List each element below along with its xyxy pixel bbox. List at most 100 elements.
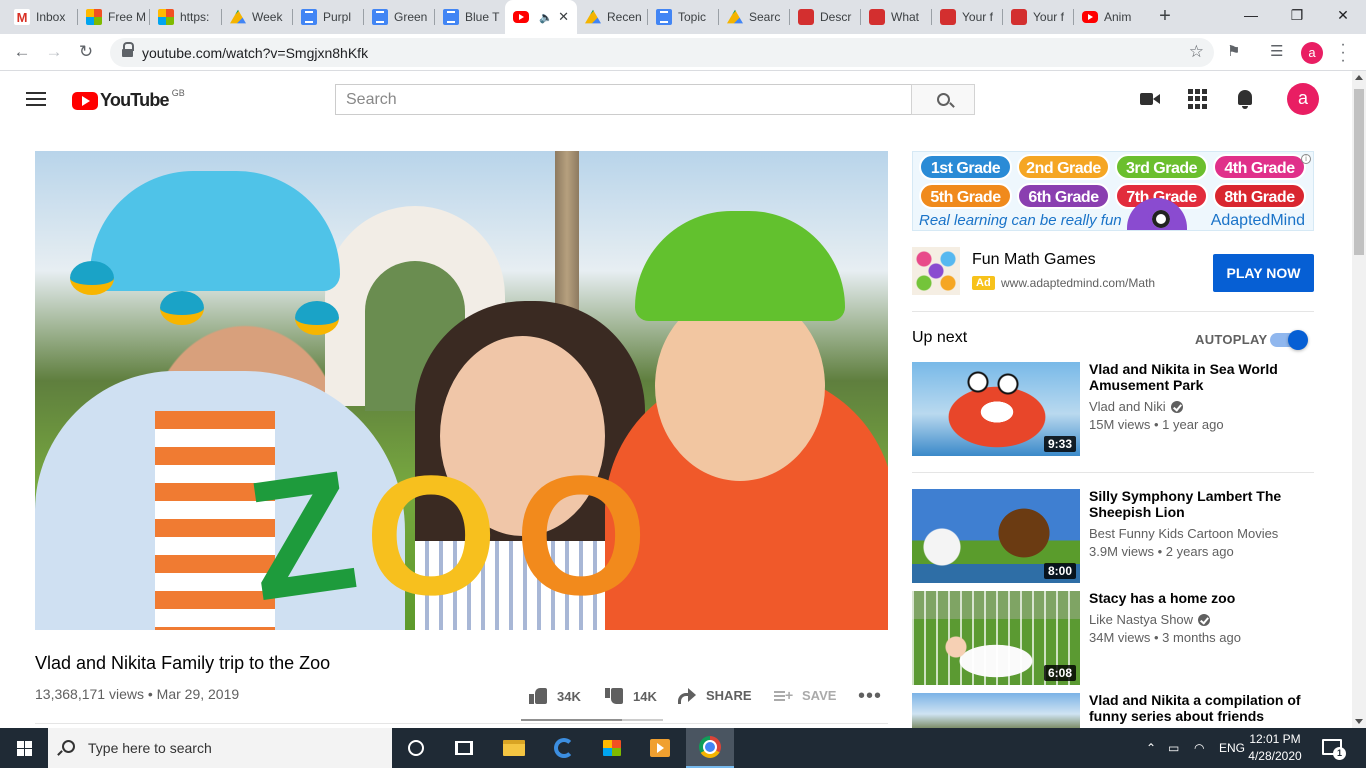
save-button[interactable]: SAVE: [774, 687, 836, 703]
channel-name[interactable]: Best Funny Kids Cartoon Movies: [1089, 526, 1278, 541]
task-view-button[interactable]: [440, 728, 488, 768]
reload-icon[interactable]: ↻: [74, 40, 98, 64]
task-view-icon: [455, 741, 473, 755]
tab-topic[interactable]: Topic: [648, 0, 719, 34]
microsoft-icon: [158, 9, 174, 25]
dislike-button[interactable]: 14K: [605, 688, 657, 704]
edge-button[interactable]: [540, 728, 588, 768]
taskbar-search-box[interactable]: Type here to search: [48, 728, 392, 768]
tab-descr[interactable]: Descr: [790, 0, 861, 34]
tab-anim[interactable]: Anim: [1074, 0, 1145, 34]
more-actions-icon[interactable]: •••: [858, 686, 882, 706]
ad-title[interactable]: Fun Math Games: [972, 251, 1096, 269]
tab-your-f-2[interactable]: Your f: [1003, 0, 1074, 34]
ad-url[interactable]: www.adaptedmind.com/Math: [1001, 276, 1155, 290]
chrome-profile-avatar[interactable]: a: [1301, 42, 1323, 64]
tab-inbox[interactable]: M Inbox: [6, 0, 78, 34]
lock-icon[interactable]: [122, 42, 134, 58]
search-button[interactable]: [911, 84, 975, 115]
address-bar[interactable]: youtube.com/watch?v=Smgjxn8hKfk ☆: [110, 38, 1214, 67]
tab-green[interactable]: Green: [364, 0, 435, 34]
create-video-icon[interactable]: [1139, 89, 1161, 109]
scroll-up-arrow-icon[interactable]: [1355, 75, 1363, 80]
forward-arrow-icon[interactable]: →: [42, 40, 66, 64]
channel-name[interactable]: Like Nastya Show: [1089, 612, 1211, 627]
page-scrollbar[interactable]: [1352, 71, 1366, 728]
video-player[interactable]: Z O O: [35, 151, 888, 630]
start-button[interactable]: [0, 728, 48, 768]
account-avatar[interactable]: a: [1287, 83, 1319, 115]
chrome-taskbar-button[interactable]: [686, 728, 734, 768]
edge-browser-icon: [554, 738, 574, 758]
tab-https[interactable]: https:: [150, 0, 222, 34]
back-arrow-icon[interactable]: ←: [10, 40, 34, 64]
windows-taskbar: Type here to search ⌃ ▭ ◠ ENG 12:01 PM 4…: [0, 728, 1366, 768]
tab-your-f-1[interactable]: Your f: [932, 0, 1003, 34]
like-count: 34K: [557, 688, 581, 704]
channel-name[interactable]: Vlad and Niki: [1089, 399, 1183, 414]
search-input[interactable]: [335, 84, 911, 115]
share-button[interactable]: SHARE: [678, 687, 752, 704]
tab-search[interactable]: Searc: [719, 0, 790, 34]
video-thumbnail[interactable]: 9:33: [912, 362, 1080, 456]
ad-info-icon[interactable]: i: [1301, 154, 1311, 164]
close-window-button[interactable]: ✕: [1320, 0, 1366, 30]
scrollbar-thumb[interactable]: [1354, 89, 1364, 255]
video-thumbnail[interactable]: 8:00: [912, 489, 1080, 583]
dislike-count: 14K: [633, 688, 657, 704]
duration-badge: 6:08: [1043, 665, 1076, 681]
duration-badge: 8:00: [1043, 563, 1076, 579]
wifi-icon[interactable]: ◠: [1194, 728, 1204, 768]
ad-grade-pill: 6th Grade: [1017, 183, 1110, 209]
autoplay-toggle[interactable]: [1270, 330, 1308, 350]
tab-label: Recen: [607, 10, 642, 24]
tab-what[interactable]: What: [861, 0, 932, 34]
tab-blue[interactable]: Blue T: [435, 0, 505, 34]
like-button[interactable]: 34K: [529, 688, 581, 704]
play-now-button[interactable]: PLAY NOW: [1213, 254, 1314, 292]
tab-recent[interactable]: Recen: [577, 0, 648, 34]
close-tab-icon[interactable]: ✕: [558, 9, 569, 25]
recommended-video-title[interactable]: Silly Symphony Lambert The Sheepish Lion: [1089, 488, 1314, 520]
recommended-video-title[interactable]: Vlad and Nikita a compilation of funny s…: [1089, 692, 1314, 724]
extension-flag-icon[interactable]: ⚑: [1227, 42, 1240, 60]
tab-week[interactable]: Week: [222, 0, 293, 34]
video-frame-green-hat: [635, 211, 845, 321]
network-icon[interactable]: ▭: [1168, 728, 1179, 768]
bookmark-star-icon[interactable]: ☆: [1189, 42, 1204, 62]
google-docs-icon: [656, 9, 672, 25]
video-thumbnail[interactable]: 6:08: [912, 591, 1080, 685]
scroll-down-arrow-icon[interactable]: [1355, 719, 1363, 724]
media-app-button[interactable]: [636, 728, 684, 768]
display-ad-banner[interactable]: 1st Grade 2nd Grade 3rd Grade 4th Grade …: [912, 151, 1314, 231]
cortana-button[interactable]: [392, 728, 440, 768]
file-explorer-button[interactable]: [490, 728, 538, 768]
search-icon: [62, 740, 75, 753]
url-text[interactable]: youtube.com/watch?v=Smgjxn8hKfk: [142, 45, 368, 61]
tab-label: Anim: [1104, 10, 1132, 24]
ad-thumbnail[interactable]: [912, 247, 960, 295]
apps-grid-icon[interactable]: [1188, 89, 1207, 109]
tab-purple[interactable]: Purpl: [293, 0, 364, 34]
store-button[interactable]: [588, 728, 636, 768]
verified-check-icon: [1198, 613, 1211, 626]
taskbar-clock[interactable]: 12:01 PM 4/28/2020: [1240, 731, 1310, 765]
speaker-icon[interactable]: 🔈: [539, 11, 553, 24]
video-title: Vlad and Nikita Family trip to the Zoo: [35, 653, 331, 673]
recommended-video-title[interactable]: Stacy has a home zoo: [1089, 590, 1314, 606]
tab-youtube-active[interactable]: 🔈 ✕: [505, 0, 577, 34]
minimize-button[interactable]: —: [1228, 0, 1274, 30]
new-tab-button[interactable]: +: [1154, 5, 1176, 27]
youtube-logo[interactable]: YouTube GB: [72, 88, 185, 111]
ad-grade-pill: 8th Grade: [1213, 183, 1306, 209]
maximize-button[interactable]: ❐: [1274, 0, 1320, 30]
notifications-bell-icon[interactable]: [1236, 89, 1258, 109]
chrome-menu-icon[interactable]: · · ·: [1338, 37, 1348, 69]
tab-free-m[interactable]: Free M: [78, 0, 150, 34]
media-queue-icon[interactable]: ☰: [1270, 42, 1283, 60]
show-hidden-icons-chevron-icon[interactable]: ⌃: [1146, 728, 1156, 768]
divider: [912, 472, 1314, 473]
recommended-video-title[interactable]: Vlad and Nikita in Sea World Amusement P…: [1089, 361, 1314, 393]
video-thumbnail[interactable]: [912, 693, 1080, 728]
menu-icon[interactable]: [26, 92, 46, 106]
